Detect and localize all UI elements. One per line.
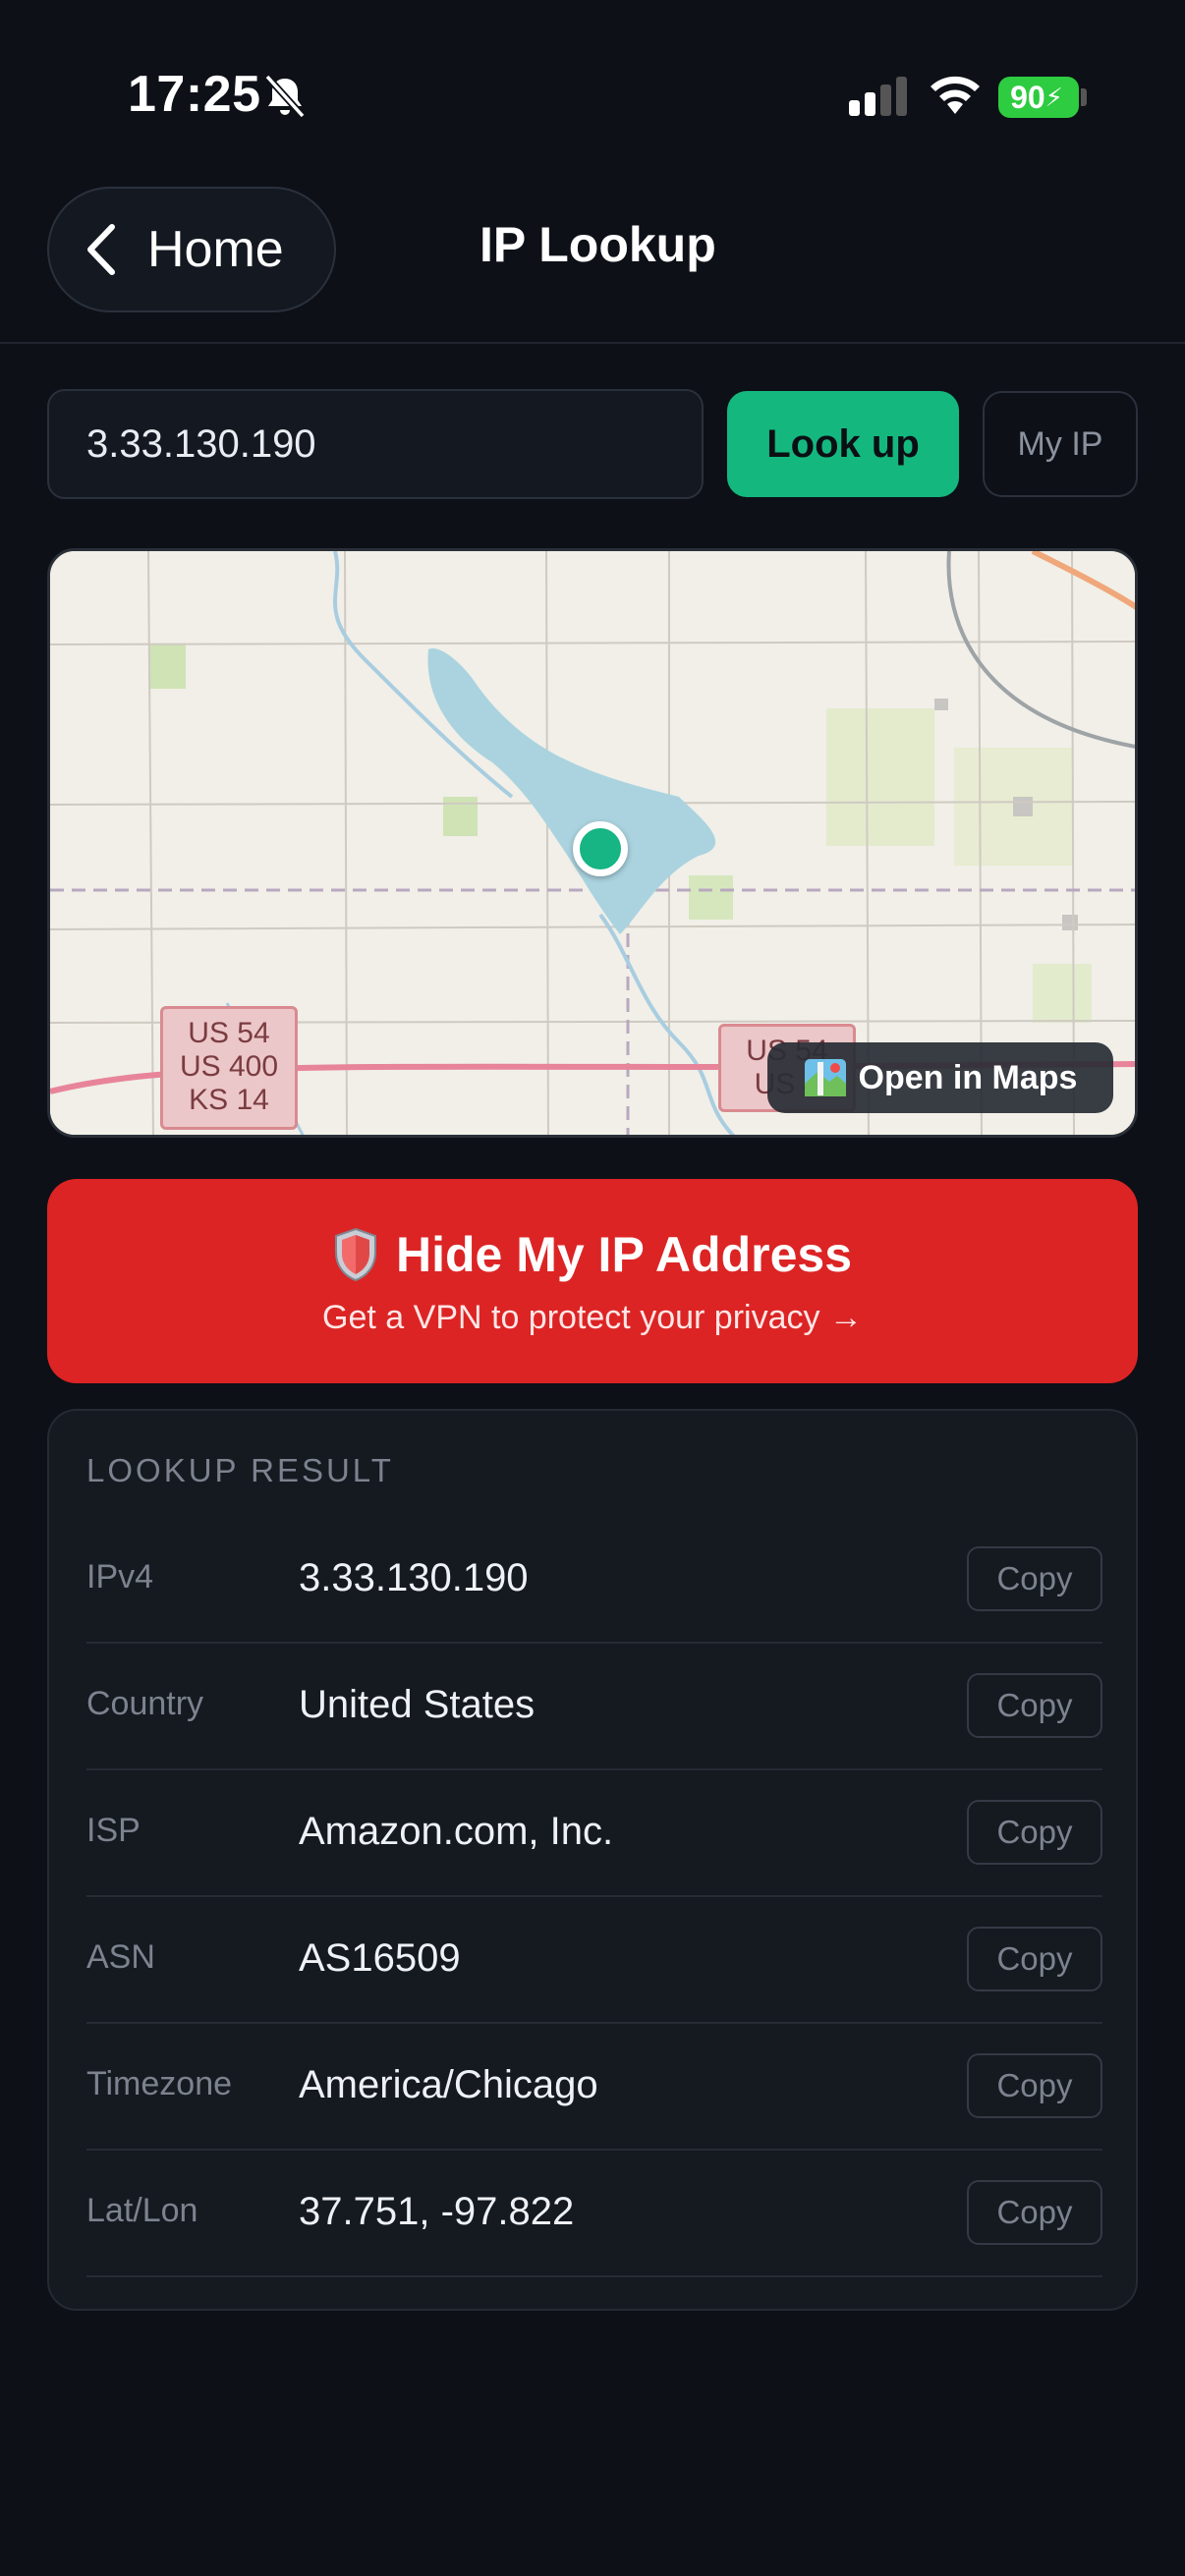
lookup-button[interactable]: Look up xyxy=(727,391,959,497)
battery-level: 90 xyxy=(1010,79,1045,115)
result-value: AS16509 xyxy=(299,1936,461,1980)
wifi-icon xyxy=(931,76,980,114)
ip-address-input[interactable] xyxy=(47,389,704,499)
copy-button[interactable]: Copy xyxy=(967,2053,1102,2118)
chevron-left-icon xyxy=(87,224,115,275)
cellular-signal-icon xyxy=(849,77,907,116)
back-button[interactable]: Home xyxy=(47,187,336,312)
header: Home IP Lookup xyxy=(0,187,1185,344)
route-shield-line: US 54 xyxy=(188,1017,270,1049)
vpn-title-row: Hide My IP Address xyxy=(47,1226,1138,1283)
result-label: ISP xyxy=(86,1812,141,1849)
copy-button[interactable]: Copy xyxy=(967,1546,1102,1611)
app-root: 17:25 90 ⚡ Home IP Lookup 3.33.130.190 L… xyxy=(0,0,1185,2576)
result-value: United States xyxy=(299,1683,536,1726)
back-label: Home xyxy=(147,221,284,278)
result-rows: IPv4 3.33.130.190 Copy Country United States… xyxy=(86,1517,1102,2277)
result-label: IPv4 xyxy=(86,1558,154,1596)
battery-cap xyxy=(1081,88,1087,106)
open-in-maps-label: Open in Maps xyxy=(858,1058,1078,1096)
page-title: IP Lookup xyxy=(480,217,716,272)
bell-slash-icon xyxy=(264,74,306,119)
my-ip-button[interactable]: My IP xyxy=(983,391,1138,497)
result-row: Lat/Lon 37.751, -97.822 Copy xyxy=(86,2151,1102,2277)
route-shield-us54: US 54 US 400 KS 14 xyxy=(160,1006,298,1130)
result-row: ASN AS16509 Copy xyxy=(86,1897,1102,2024)
result-heading: LOOKUP RESULT xyxy=(86,1452,394,1488)
map-icon xyxy=(804,1059,846,1096)
result-label: Country xyxy=(86,1685,204,1722)
copy-button[interactable]: Copy xyxy=(967,1800,1102,1865)
result-label: Lat/Lon xyxy=(86,2192,198,2229)
result-row: Timezone America/Chicago Copy xyxy=(86,2024,1102,2151)
result-value: 3.33.130.190 xyxy=(299,1556,529,1599)
result-value: Amazon.com, Inc. xyxy=(299,1810,614,1853)
shield-icon xyxy=(334,1227,376,1282)
vpn-title: Hide My IP Address xyxy=(395,1227,853,1282)
result-row: Country United States Copy xyxy=(86,1644,1102,1770)
copy-button[interactable]: Copy xyxy=(967,1927,1102,1991)
battery-indicator: 90 ⚡ xyxy=(998,77,1079,118)
result-value: 37.751, -97.822 xyxy=(299,2190,575,2233)
copy-button[interactable]: Copy xyxy=(967,2180,1102,2245)
status-time: 17:25 xyxy=(128,66,261,123)
status-bar: 17:25 90 ⚡ xyxy=(0,0,1185,187)
result-row: IPv4 3.33.130.190 Copy xyxy=(86,1517,1102,1644)
route-shield-line: KS 14 xyxy=(189,1084,269,1116)
copy-button[interactable]: Copy xyxy=(967,1673,1102,1738)
vpn-promo-banner[interactable]: Hide My IP Address Get a VPN to protect … xyxy=(47,1179,1138,1383)
location-map[interactable]: US 54 US 400 KS 14 US 54 US 4 Open in Ma… xyxy=(47,548,1138,1138)
route-shield-line: US 400 xyxy=(179,1050,279,1083)
open-in-maps-button[interactable]: Open in Maps xyxy=(767,1042,1113,1113)
result-label: ASN xyxy=(86,1938,155,1976)
result-label: Timezone xyxy=(86,2065,233,2102)
location-pin xyxy=(573,821,628,876)
result-row: ISP Amazon.com, Inc. Copy xyxy=(86,1770,1102,1897)
vpn-subtitle: Get a VPN to protect your privacy → xyxy=(322,1299,863,1336)
result-value: America/Chicago xyxy=(299,2063,598,2106)
lookup-result-card: LOOKUP RESULT IPv4 3.33.130.190 Copy Countr… xyxy=(47,1409,1138,2311)
charging-bolt-icon: ⚡ xyxy=(1044,82,1063,112)
